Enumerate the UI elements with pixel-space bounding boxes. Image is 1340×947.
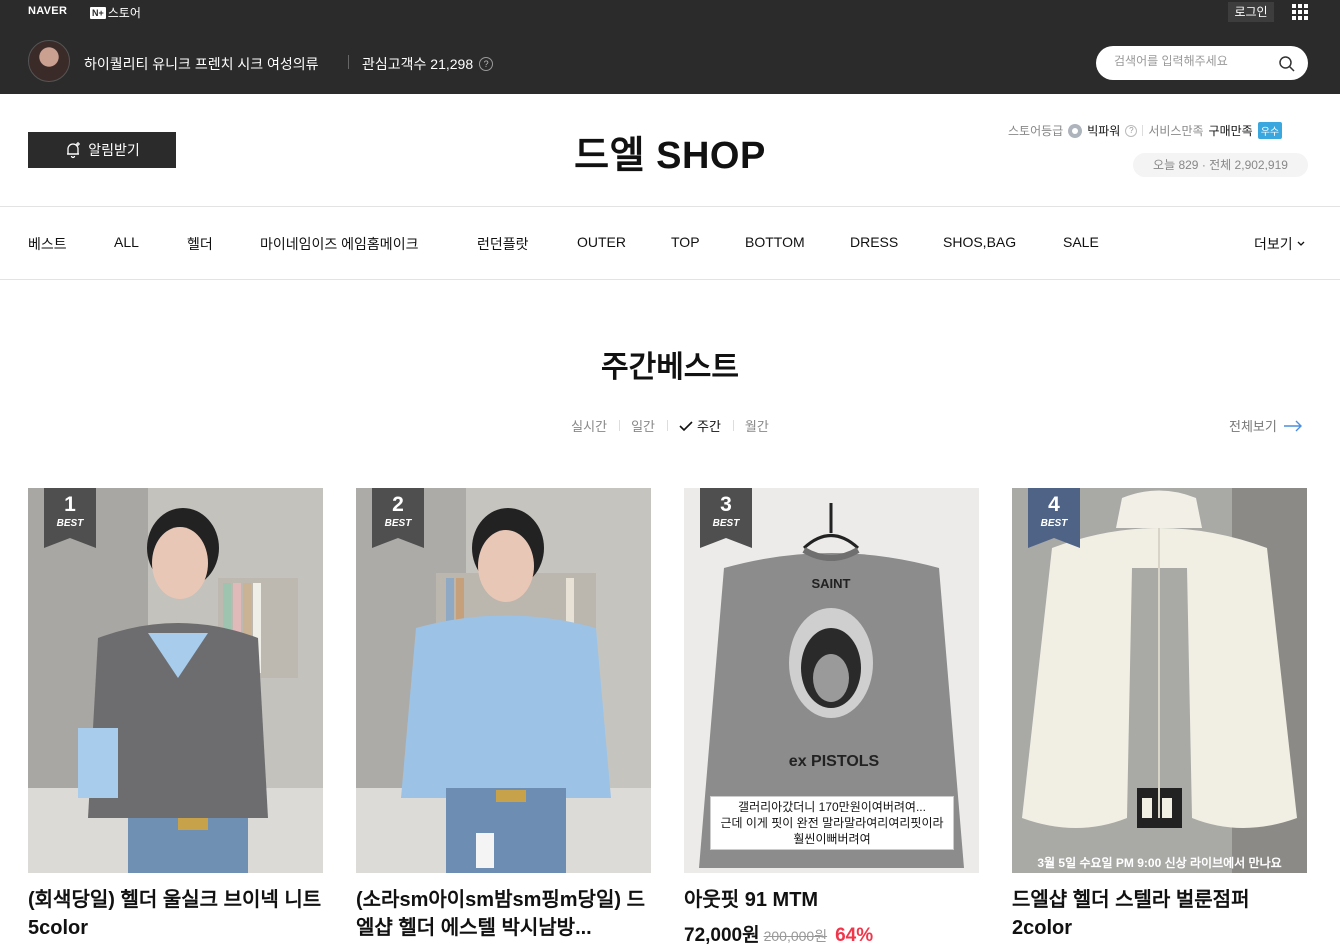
best-label: BEST — [712, 518, 740, 529]
best-label: BEST — [384, 518, 412, 529]
search-box — [1096, 46, 1308, 80]
naver-logo[interactable]: NAVER — [28, 5, 67, 17]
nav-item-londonflat[interactable]: 런던플랏 — [477, 234, 529, 254]
tab-weekly-label: 주간 — [696, 419, 721, 434]
login-button[interactable]: 로그인 — [1228, 2, 1274, 22]
nav-more-button[interactable]: 더보기 — [1254, 234, 1305, 254]
caption-line: 근데 이게 핏이 완전 말라말라여리여리핏이라 — [720, 816, 944, 830]
nav-item-all[interactable]: ALL — [114, 234, 139, 250]
store-description[interactable]: 하이퀄리티 유니크 프렌치 시크 여성의류 — [84, 54, 319, 74]
help-icon[interactable]: ? — [1125, 124, 1138, 137]
store-link-label: 스토어 — [107, 6, 141, 20]
best-label: BEST — [1040, 518, 1068, 529]
sale-price: 72,000원 — [684, 925, 760, 946]
nplus-badge: N+ — [90, 6, 106, 19]
image-caption: 3월 5일 수요일 PM 9:00 신상 라이브에서 만나요 — [1037, 856, 1282, 870]
store-bar: 하이퀄리티 유니크 프렌치 시크 여성의류 관심고객수 21,298 ? — [0, 24, 1340, 94]
tab-monthly[interactable]: 월간 — [732, 416, 781, 435]
nav-more-label: 더보기 — [1254, 236, 1293, 252]
shirt-print-bottom: ex PISTOLS — [789, 753, 880, 770]
nav-item-outer[interactable]: OUTER — [577, 234, 626, 250]
rank-number: 2 — [392, 493, 404, 516]
view-all-link[interactable]: 전체보기 — [1229, 416, 1303, 435]
tab-realtime[interactable]: 실시간 — [559, 416, 619, 435]
image-caption: 갤러리아갔더니 170만원이여버려여... 근데 이게 핏이 완전 말라말라여리… — [710, 796, 954, 850]
divider — [0, 206, 1340, 207]
divider — [0, 279, 1340, 280]
naver-store-link[interactable]: N+ 스토어 — [90, 4, 141, 21]
check-icon — [679, 420, 693, 431]
divider — [348, 55, 349, 69]
apps-grid-icon[interactable] — [1292, 4, 1308, 20]
best-label: BEST — [56, 518, 84, 529]
rank-number: 4 — [1048, 493, 1060, 516]
caption-line: 갤러리아갔더니 170만원이여버려여... — [738, 800, 926, 814]
fans-count-label: 관심고객수 21,298 — [362, 56, 474, 72]
fans-count: 관심고객수 21,298 ? — [362, 54, 494, 74]
product-name[interactable]: (소라sm아이sm밤sm핑m당일) 드엘샵 헬더 에스텔 박시남방... — [356, 886, 651, 942]
service-label: 서비스만족 — [1148, 124, 1204, 138]
store-grade: 스토어등급 빅파워 ? 서비스만족 구매만족 우수 — [1008, 122, 1283, 139]
grade-label: 스토어등급 — [1008, 124, 1064, 138]
product-name[interactable]: 드엘샵 헬더 스텔라 벌룬점퍼 2color — [1012, 886, 1307, 942]
rank-number: 1 — [64, 493, 76, 516]
nav-item-dress[interactable]: DRESS — [850, 234, 898, 250]
rank-number: 3 — [720, 493, 732, 516]
product-price: 72,000원 200,000원 64% — [684, 920, 873, 947]
product-name[interactable]: (회색당일) 헬더 울실크 브이넥 니트 5color — [28, 886, 323, 942]
tab-weekly[interactable]: 주간 — [666, 416, 733, 435]
global-bar: NAVER N+ 스토어 로그인 — [0, 0, 1340, 24]
original-price: 200,000원 — [763, 928, 828, 944]
search-input[interactable] — [1114, 54, 1274, 68]
nav-item-shoes-bag[interactable]: SHOS,BAG — [943, 234, 1016, 250]
chevron-down-icon — [1297, 241, 1305, 246]
help-icon[interactable]: ? — [479, 57, 494, 71]
medal-icon — [1068, 123, 1083, 138]
caption-line: 훨씬이뻐버려여 — [793, 832, 871, 846]
divider — [1142, 125, 1144, 136]
tab-daily[interactable]: 일간 — [619, 416, 667, 435]
store-avatar[interactable] — [28, 40, 70, 82]
grade-value: 빅파워 — [1087, 124, 1121, 138]
visit-counter: 오늘 829 · 전체 2,902,919 — [1133, 153, 1308, 177]
product-name[interactable]: 아웃핏 91 MTM — [684, 886, 979, 914]
nav-item-best[interactable]: 베스트 — [28, 234, 67, 254]
nav-item-bottom[interactable]: BOTTOM — [745, 234, 805, 250]
nav-item-sale[interactable]: SALE — [1063, 234, 1099, 250]
search-icon[interactable] — [1278, 55, 1296, 73]
purchase-badge: 우수 — [1257, 122, 1283, 139]
nav-item-helder[interactable]: 헬더 — [187, 234, 213, 254]
purchase-label: 구매만족 — [1208, 124, 1253, 138]
discount-rate: 64% — [835, 925, 874, 946]
period-tabs: 실시간 일간 주간 월간 — [0, 416, 1340, 435]
view-all-label: 전체보기 — [1229, 419, 1277, 434]
arrow-right-icon — [1283, 420, 1302, 431]
shirt-print-top: SAINT — [812, 576, 851, 591]
nav-item-top[interactable]: TOP — [671, 234, 700, 250]
section-title: 주간베스트 — [601, 351, 739, 384]
nav-item-mynameis[interactable]: 마이네임이즈 에임홈메이크 — [260, 234, 418, 254]
